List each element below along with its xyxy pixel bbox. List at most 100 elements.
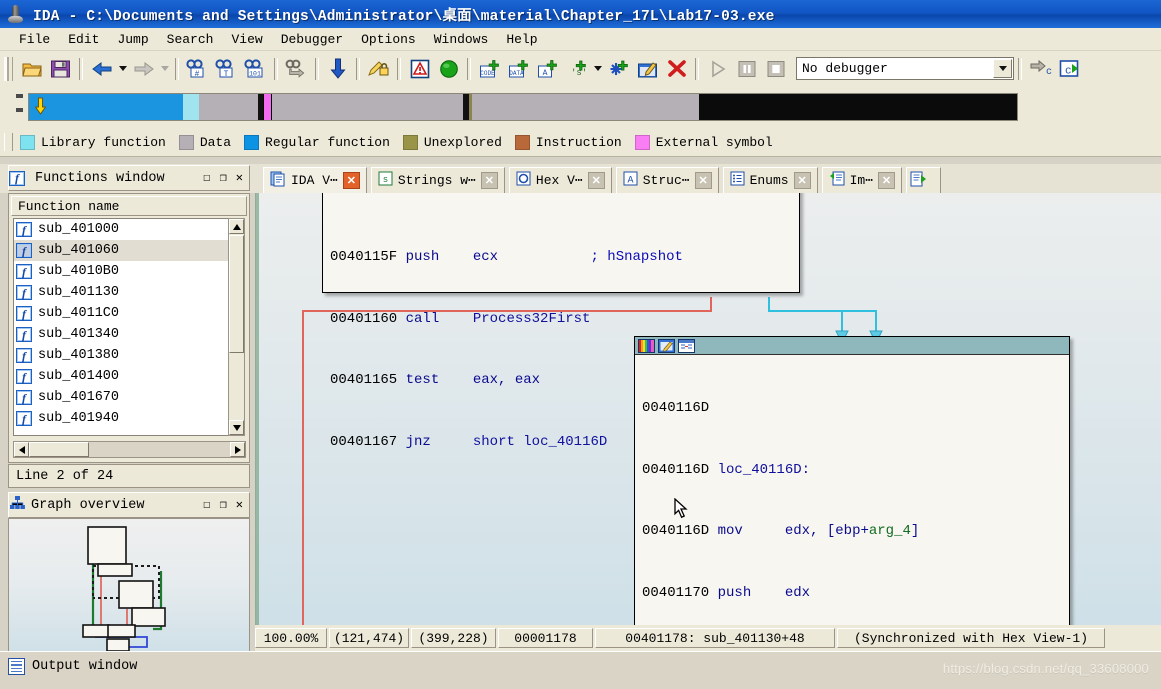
tab-enums[interactable]: Enums ✕ (722, 167, 818, 193)
menu-edit[interactable]: Edit (59, 31, 108, 48)
struct-dropdown-icon[interactable] (591, 56, 604, 82)
back-arrow-icon[interactable] (88, 56, 115, 82)
graph-node-icon[interactable] (678, 338, 695, 353)
functions-maximize-button[interactable]: ☐ (203, 172, 210, 184)
list-item[interactable]: f sub_4011C0 (14, 303, 228, 324)
scroll-down-button[interactable] (229, 420, 244, 435)
list-item[interactable]: f sub_401130 (14, 282, 228, 303)
forward-dropdown-icon[interactable] (158, 56, 171, 82)
pause-icon[interactable] (733, 56, 760, 82)
chevron-down-icon[interactable] (993, 59, 1012, 78)
tab-hex-view-close[interactable]: ✕ (587, 172, 605, 189)
title-bar: IDA - C:\Documents and Settings\Administ… (0, 0, 1161, 28)
list-item[interactable]: f sub_401940 (14, 408, 228, 429)
debugger-select[interactable]: No debugger (796, 57, 1014, 80)
legend-swatch-data (178, 134, 194, 150)
menu-debugger[interactable]: Debugger (272, 31, 352, 48)
hscroll-thumb[interactable] (29, 442, 89, 457)
list-item[interactable]: f sub_401340 (14, 324, 228, 345)
nav-left-ticks (16, 90, 25, 124)
tab-hex-view[interactable]: Hex V⋯ ✕ (508, 167, 612, 193)
search-binary-icon[interactable]: 101 (242, 56, 269, 82)
graph-overview-pane[interactable] (8, 518, 250, 654)
list-item[interactable]: f sub_401000 (14, 219, 228, 240)
tab-ida-view[interactable]: IDA V⋯ ✕ (263, 167, 367, 193)
scroll-up-button[interactable] (229, 219, 244, 234)
nav-segment-data-2 (272, 94, 463, 120)
ida-graph-view[interactable]: 0040115F push ecx ; hSnapshot 00401160 c… (255, 193, 1161, 625)
save-icon[interactable] (47, 56, 74, 82)
down-arrow-icon[interactable] (324, 56, 351, 82)
functions-vertical-scrollbar[interactable] (228, 218, 245, 436)
scroll-left-button[interactable] (14, 442, 29, 457)
tab-enums-close[interactable]: ✕ (793, 172, 811, 189)
list-item[interactable]: f sub_4010B0 (14, 261, 228, 282)
make-unknown-icon[interactable] (605, 56, 632, 82)
tab-structures[interactable]: A Struc⋯ ✕ (615, 167, 719, 193)
scroll-thumb[interactable] (229, 235, 244, 353)
functions-column-header[interactable]: Function name (11, 196, 247, 216)
graph-node-main[interactable]: 0040116D 0040116D loc_40116D: 0040116D m… (634, 336, 1070, 625)
functions-restore-button[interactable]: ❐ (220, 172, 227, 184)
search-text-icon[interactable]: T (213, 56, 240, 82)
menu-view[interactable]: View (222, 31, 271, 48)
edit-pencil-icon[interactable] (658, 338, 675, 353)
output-window-titlebar[interactable]: Output window (8, 658, 137, 675)
legend-label-regular: Regular function (265, 134, 390, 150)
tab-imports[interactable]: Im⋯ ✕ (821, 167, 903, 193)
scroll-right-button[interactable] (230, 442, 245, 457)
make-array-icon[interactable]: A (534, 56, 561, 82)
make-code-icon[interactable]: CODE (476, 56, 503, 82)
menu-search[interactable]: Search (158, 31, 223, 48)
function-name: sub_4010B0 (38, 264, 120, 279)
list-item[interactable]: f sub_401060 (14, 240, 228, 261)
graph-overview-restore-button[interactable]: ❐ (220, 499, 227, 511)
highlight-lock-icon[interactable] (365, 56, 392, 82)
svg-text:101: 101 (249, 71, 261, 78)
green-circle-icon[interactable] (435, 56, 462, 82)
tab-strings-close[interactable]: ✕ (480, 172, 498, 189)
functions-horizontal-scrollbar[interactable] (13, 441, 246, 458)
graph-overview-close-button[interactable]: ✕ (236, 499, 243, 511)
menu-windows[interactable]: Windows (425, 31, 498, 48)
functions-list[interactable]: f sub_401000 f sub_401060 f sub_4010B0 f… (13, 218, 229, 436)
graph-node-top[interactable]: 0040115F push ecx ; hSnapshot 00401160 c… (322, 193, 800, 450)
structures-a-icon: A (623, 171, 638, 190)
forward-arrow-icon[interactable] (130, 56, 157, 82)
menu-help[interactable]: Help (497, 31, 546, 48)
functions-close-button[interactable]: ✕ (236, 172, 243, 184)
navigation-band[interactable] (28, 93, 1018, 121)
tab-ida-view-close[interactable]: ✕ (342, 172, 360, 189)
tab-exports[interactable] (906, 167, 942, 193)
edit-function-icon[interactable] (634, 56, 661, 82)
menu-options[interactable]: Options (352, 31, 425, 48)
graph-node-header[interactable] (635, 337, 1069, 355)
delete-icon[interactable] (663, 56, 690, 82)
list-item[interactable]: f sub_401400 (14, 366, 228, 387)
main-toolbar: # T 101 CODE DATA A 's' No debugger c c (0, 51, 1161, 87)
back-dropdown-icon[interactable] (116, 56, 129, 82)
open-icon[interactable] (18, 56, 45, 82)
legend-grip[interactable] (4, 133, 13, 151)
tab-imports-close[interactable]: ✕ (878, 172, 896, 189)
run-to-cursor-c-icon[interactable]: c (1056, 56, 1083, 82)
svg-text:c: c (1046, 67, 1052, 78)
menu-jump[interactable]: Jump (108, 31, 157, 48)
menu-file[interactable]: File (10, 31, 59, 48)
warning-icon[interactable] (406, 56, 433, 82)
stop-icon[interactable] (762, 56, 789, 82)
jump-to-icon[interactable] (283, 56, 310, 82)
tab-strings[interactable]: s Strings w⋯ ✕ (370, 167, 505, 193)
color-palette-icon[interactable] (638, 338, 655, 353)
graph-overview-maximize-button[interactable]: ☐ (203, 499, 210, 511)
search-hash-icon[interactable]: # (184, 56, 211, 82)
make-data-icon[interactable]: DATA (505, 56, 532, 82)
make-struct-icon[interactable]: 's' (563, 56, 590, 82)
legend-label-unexplored: Unexplored (423, 134, 502, 150)
step-into-c-icon[interactable]: c (1027, 56, 1054, 82)
list-item[interactable]: f sub_401670 (14, 387, 228, 408)
run-icon[interactable] (704, 56, 731, 82)
tab-structures-close[interactable]: ✕ (694, 172, 712, 189)
toolbar-grip[interactable] (4, 56, 13, 81)
list-item[interactable]: f sub_401380 (14, 345, 228, 366)
